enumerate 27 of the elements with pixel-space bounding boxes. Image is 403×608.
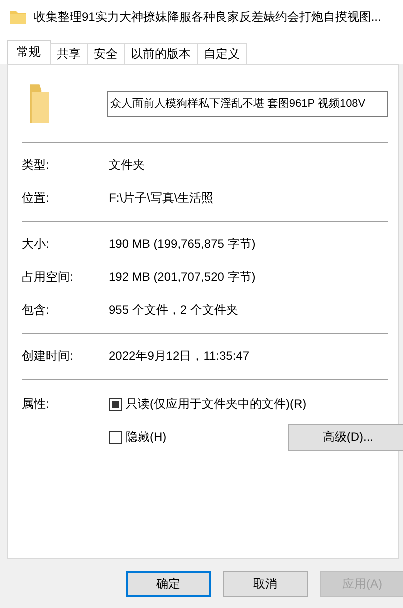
- property-value: 2022年9月12日，11:35:47: [109, 348, 250, 365]
- tab[interactable]: 自定义: [197, 43, 247, 64]
- property-label: 包含:: [22, 302, 50, 319]
- property-label: 大小:: [22, 236, 50, 253]
- window-title: 收集整理91实力大神撩妹降服各种良家反差婊约会打炮自摸视图...: [34, 8, 382, 26]
- advanced-button[interactable]: 高级(D)...: [288, 424, 403, 450]
- name-field[interactable]: 众人面前人模狗样私下淫乱不堪 套图961P 视频108V: [107, 90, 388, 116]
- checkbox-label: 隐藏(H): [126, 428, 167, 446]
- dialog-button[interactable]: 确定: [126, 571, 211, 597]
- property-label: 创建时间:: [22, 348, 74, 365]
- property-label: 占用空间:: [22, 269, 74, 286]
- checkbox-label: 只读(仅应用于文件夹中的文件)(R): [126, 396, 307, 412]
- property-value: F:\片子\写真\生活照: [109, 190, 214, 207]
- folder-icon: [30, 84, 50, 124]
- checkbox[interactable]: [109, 398, 122, 410]
- checkbox[interactable]: [109, 430, 122, 444]
- property-label: 属性:: [22, 396, 50, 413]
- property-value: 190 MB (199,765,875 字节): [109, 236, 256, 253]
- property-label: 类型:: [22, 157, 50, 174]
- property-value: 955 个文件，2 个文件夹: [109, 302, 238, 319]
- property-value: 192 MB (201,707,520 字节): [109, 269, 256, 286]
- tab[interactable]: 常规: [7, 40, 51, 64]
- tab[interactable]: 共享: [50, 43, 88, 64]
- property-value: 文件夹: [109, 157, 145, 174]
- folder-icon: [10, 10, 26, 24]
- property-label: 位置:: [22, 190, 50, 207]
- dialog-button[interactable]: 取消: [223, 571, 308, 597]
